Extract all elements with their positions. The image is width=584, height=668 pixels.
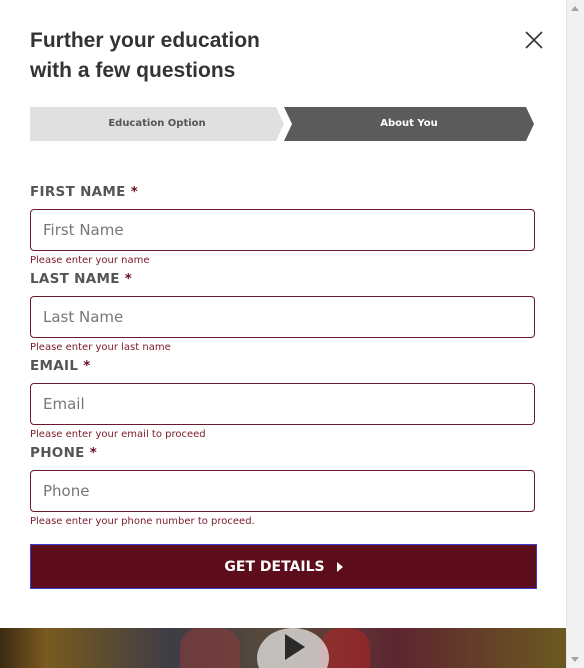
scroll-down-icon[interactable]	[571, 657, 579, 662]
play-icon[interactable]	[257, 628, 329, 668]
email-label: EMAIL *	[30, 358, 91, 374]
first-name-error: Please enter your name	[30, 255, 150, 266]
title-line-1: Further your education	[30, 29, 260, 52]
first-name-input[interactable]	[30, 209, 535, 251]
email-label-text: EMAIL	[30, 358, 79, 374]
get-details-button[interactable]: GET DETAILS	[30, 544, 537, 589]
get-details-label: GET DETAILS	[224, 558, 325, 575]
first-name-label: FIRST NAME *	[30, 184, 138, 200]
first-name-label-text: FIRST NAME	[30, 184, 126, 200]
email-input[interactable]	[30, 383, 535, 425]
step-education-option[interactable]: Education Option	[30, 107, 284, 141]
modal-title: Further your education with a few questi…	[30, 26, 330, 86]
last-name-label: LAST NAME *	[30, 271, 132, 287]
title-line-2: with a few questions	[30, 59, 236, 82]
required-marker: *	[83, 358, 91, 374]
background-figure	[180, 628, 240, 668]
phone-input[interactable]	[30, 470, 535, 512]
vertical-scrollbar[interactable]	[566, 0, 584, 668]
step-about-you[interactable]: About You	[284, 107, 534, 141]
required-marker: *	[124, 271, 133, 287]
phone-label: PHONE *	[30, 445, 97, 461]
close-icon[interactable]	[522, 28, 546, 52]
email-error: Please enter your email to proceed	[30, 429, 206, 440]
phone-label-text: PHONE	[30, 445, 85, 461]
scroll-up-icon[interactable]	[571, 6, 579, 11]
required-marker: *	[89, 445, 98, 461]
phone-error: Please enter your phone number to procee…	[30, 516, 255, 527]
caret-right-icon	[336, 561, 343, 572]
progress-steps: Education Option About You	[30, 107, 534, 141]
last-name-error: Please enter your last name	[30, 342, 171, 353]
lead-form-modal: Further your education with a few questi…	[0, 0, 567, 628]
required-marker: *	[130, 184, 139, 200]
last-name-label-text: LAST NAME	[30, 271, 120, 287]
last-name-input[interactable]	[30, 296, 535, 338]
background-video-thumbnail	[0, 628, 567, 668]
